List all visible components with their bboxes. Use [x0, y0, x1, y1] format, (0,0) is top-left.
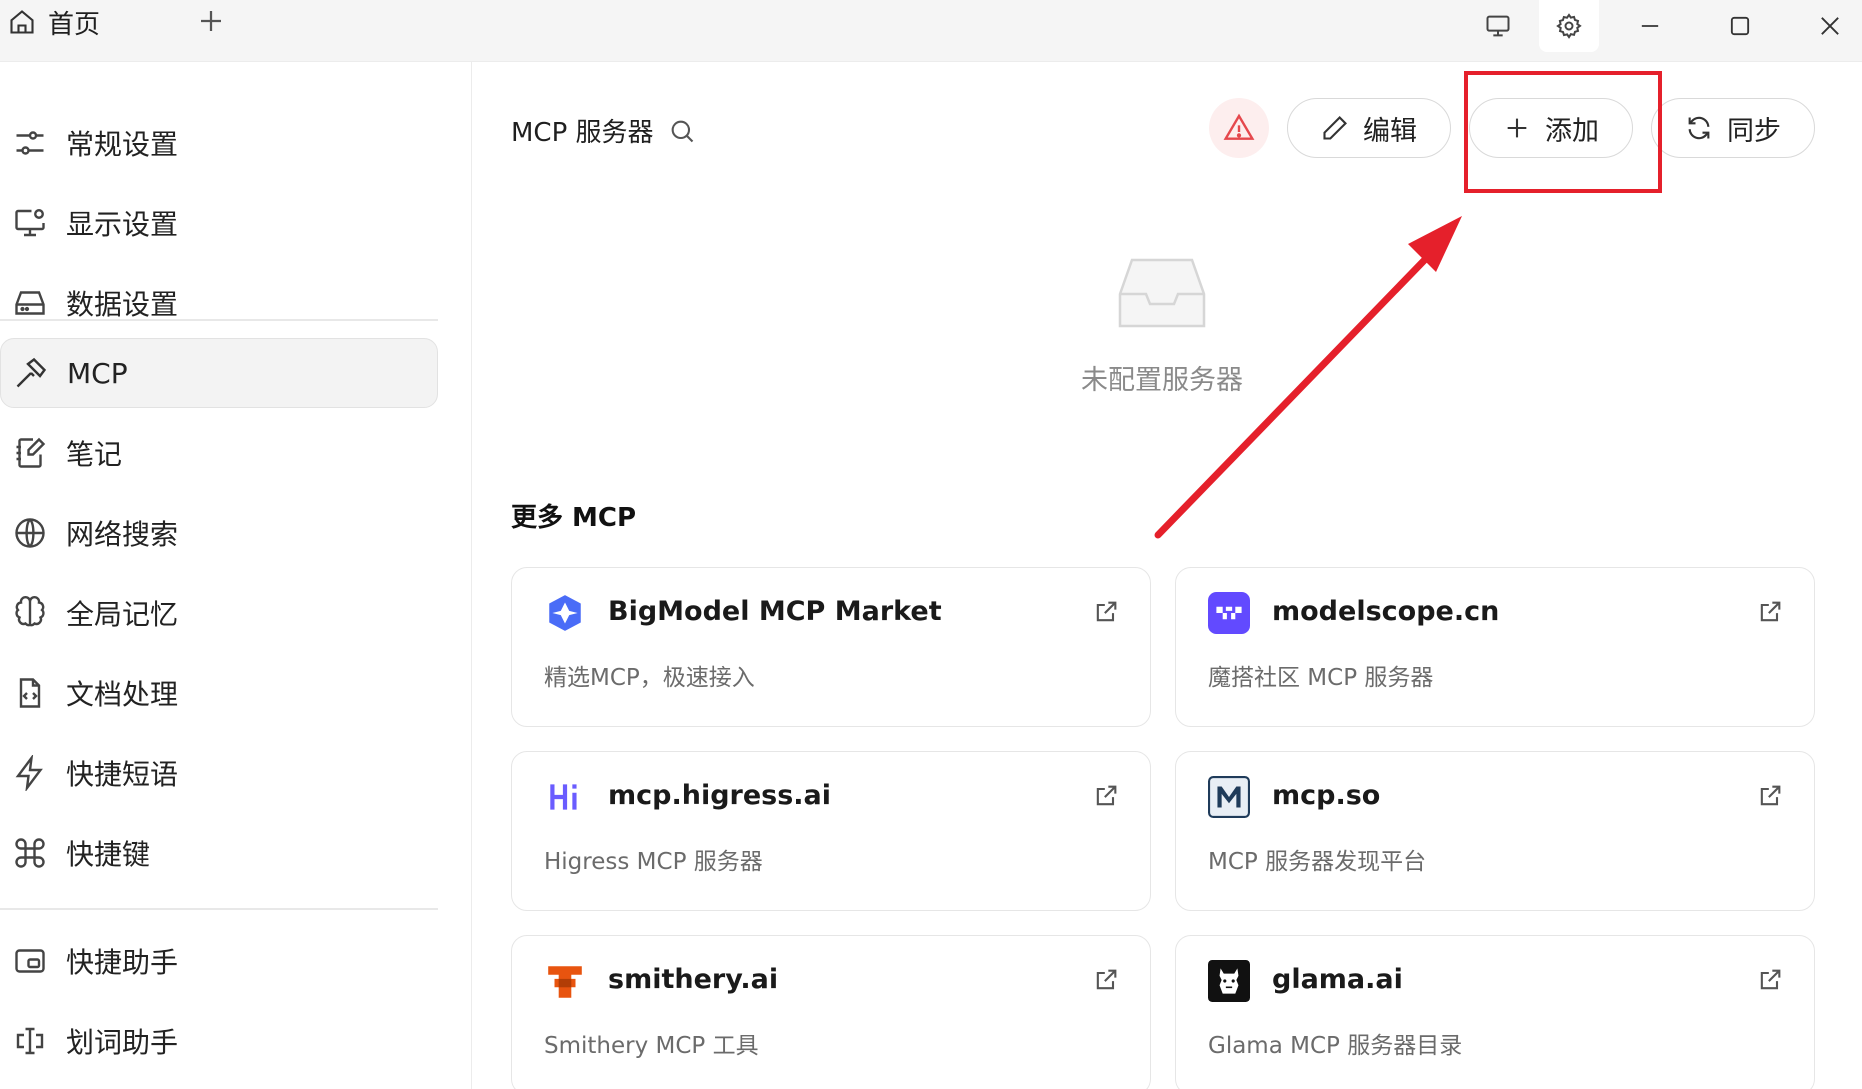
- sync-button-label: 同步: [1727, 115, 1781, 147]
- card-desc: Smithery MCP 工具: [544, 1033, 759, 1059]
- maximize-icon: [1730, 16, 1750, 36]
- minimize-button[interactable]: [1620, 0, 1680, 52]
- alert-triangle-icon: [1223, 113, 1255, 140]
- card-name: BigModel MCP Market: [608, 596, 942, 627]
- external-link-icon[interactable]: [1756, 598, 1784, 626]
- mcp-market-card-glama[interactable]: glama.ai Glama MCP 服务器目录: [1175, 935, 1815, 1089]
- sidebar-item-quick-assistant[interactable]: 快捷助手: [0, 926, 438, 996]
- card-name: glama.ai: [1272, 964, 1403, 995]
- sidebar-item-label: 划词助手: [66, 1026, 179, 1059]
- sidebar-item-label: 快捷助手: [66, 946, 179, 979]
- sidebar-item-label: 快捷键: [66, 838, 151, 871]
- home-icon: [10, 10, 34, 34]
- external-link-icon[interactable]: [1092, 966, 1120, 994]
- monitor-button[interactable]: [1468, 0, 1528, 52]
- empty-inbox-icon: [1118, 258, 1206, 328]
- page-title-text: MCP 服务器: [511, 118, 654, 148]
- mcp-market-card-higress[interactable]: mcp.higress.ai Higress MCP 服务器: [511, 751, 1151, 911]
- card-name: smithery.ai: [608, 964, 779, 995]
- app-window-icon: [15, 949, 45, 973]
- card-desc: 魔搭社区 MCP 服务器: [1208, 665, 1434, 691]
- sidebar-item-label: 显示设置: [66, 208, 179, 241]
- external-link-icon[interactable]: [1756, 782, 1784, 810]
- sliders-icon: [16, 131, 44, 155]
- modelscope-logo-icon: [1208, 592, 1250, 634]
- display-settings-icon: [15, 209, 45, 237]
- pencil-icon: [1323, 116, 1347, 140]
- empty-state-text: 未配置服务器: [1081, 365, 1243, 396]
- globe-icon: [15, 518, 45, 548]
- close-icon: [1821, 17, 1839, 35]
- hard-drive-icon: [15, 291, 45, 315]
- card-desc: 精选MCP，极速接入: [544, 665, 755, 691]
- sidebar-item-label: 常规设置: [66, 128, 179, 161]
- sidebar-item-display[interactable]: 显示设置: [0, 188, 438, 258]
- mcp-market-card-mcp-so[interactable]: mcp.so MCP 服务器发现平台: [1175, 751, 1815, 911]
- file-code-icon: [19, 678, 41, 708]
- notebook-pen-icon: [16, 437, 46, 468]
- monitor-icon: [1486, 15, 1510, 37]
- new-tab-plus-icon[interactable]: [196, 6, 226, 36]
- edit-button-label: 编辑: [1363, 115, 1417, 147]
- mcp-market-card-smithery[interactable]: smithery.ai Smithery MCP 工具: [511, 935, 1151, 1089]
- settings-sidebar: 常规设置 显示设置 数据设置 MCP 笔记 网络搜索 全局记忆 文档处理 快捷短…: [0, 62, 472, 1089]
- settings-button[interactable]: [1539, 0, 1599, 52]
- brain-icon: [15, 596, 45, 627]
- sidebar-item-label: 数据设置: [66, 288, 179, 321]
- mcp-market-card-modelscope[interactable]: modelscope.cn 魔搭社区 MCP 服务器: [1175, 567, 1815, 727]
- sidebar-item-selection-assistant[interactable]: 划词助手: [0, 1006, 438, 1076]
- glama-llama-logo-icon: [1208, 960, 1250, 1002]
- card-name: modelscope.cn: [1272, 596, 1500, 627]
- text-cursor-input-icon: [16, 1027, 44, 1055]
- tab-home-label: 首页: [48, 9, 101, 40]
- gear-icon: [1556, 13, 1582, 39]
- sidebar-item-label: 网络搜索: [66, 518, 179, 551]
- higress-logo-icon: [550, 784, 577, 810]
- minimize-icon: [1641, 25, 1659, 27]
- more-mcp-heading: 更多 MCP: [511, 503, 637, 533]
- tab-home[interactable]: 首页: [8, 6, 101, 40]
- annotation-highlight-box: [1464, 71, 1662, 193]
- card-desc: MCP 服务器发现平台: [1208, 849, 1427, 875]
- page-title: MCP 服务器: [511, 112, 696, 149]
- external-link-icon[interactable]: [1092, 598, 1120, 626]
- external-link-icon[interactable]: [1756, 966, 1784, 994]
- external-link-icon[interactable]: [1092, 782, 1120, 810]
- close-button[interactable]: [1800, 0, 1860, 52]
- sidebar-item-memory[interactable]: 全局记忆: [0, 578, 438, 648]
- sync-button[interactable]: 同步: [1651, 98, 1815, 158]
- sidebar-item-shortcuts[interactable]: 快捷键: [0, 818, 438, 888]
- card-name: mcp.higress.ai: [608, 780, 832, 811]
- card-desc: Glama MCP 服务器目录: [1208, 1033, 1463, 1059]
- warning-button[interactable]: [1209, 98, 1269, 158]
- hammer-icon: [16, 357, 47, 388]
- sidebar-item-label: MCP: [67, 356, 128, 390]
- sidebar-item-label: 文档处理: [66, 678, 179, 711]
- sidebar-item-notes[interactable]: 笔记: [0, 418, 438, 488]
- edit-button[interactable]: 编辑: [1287, 98, 1451, 158]
- search-icon[interactable]: [668, 117, 696, 145]
- card-name: mcp.so: [1272, 780, 1381, 811]
- bigmodel-logo-icon: [549, 595, 581, 631]
- sidebar-item-web-search[interactable]: 网络搜索: [0, 498, 438, 568]
- title-bar: 首页: [0, 0, 1862, 62]
- card-desc: Higress MCP 服务器: [544, 849, 763, 875]
- zap-icon: [15, 755, 43, 791]
- sidebar-divider: [0, 319, 438, 321]
- sidebar-item-quick-phrases[interactable]: 快捷短语: [0, 738, 438, 808]
- sidebar-item-general[interactable]: 常规设置: [0, 108, 438, 178]
- sidebar-item-label: 快捷短语: [66, 758, 179, 791]
- command-icon: [15, 838, 45, 868]
- sidebar-item-label: 笔记: [66, 438, 123, 471]
- mcp-market-card-bigmodel[interactable]: BigModel MCP Market 精选MCP，极速接入: [511, 567, 1151, 727]
- sidebar-divider: [0, 908, 438, 910]
- mcp-so-logo-icon: [1208, 776, 1250, 818]
- sidebar-item-documents[interactable]: 文档处理: [0, 658, 438, 728]
- sidebar-item-data[interactable]: 数据设置: [0, 268, 438, 338]
- sidebar-item-mcp[interactable]: MCP: [0, 338, 438, 408]
- sidebar-item-label: 全局记忆: [66, 598, 179, 631]
- refresh-icon: [1688, 116, 1710, 140]
- smithery-logo-icon: [548, 966, 582, 998]
- maximize-button[interactable]: [1710, 0, 1770, 52]
